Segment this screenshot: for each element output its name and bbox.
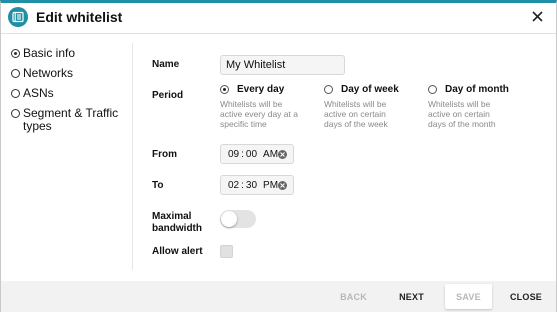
period-option-description: Whitelists will be active on certain day… — [428, 99, 496, 129]
period-option-every-day[interactable]: Every day Whitelists will be active ever… — [220, 84, 320, 129]
nav-item-label: Segment & Traffic types — [23, 106, 119, 133]
dialog-header: Edit whitelist — [1, 3, 556, 33]
period-option-label: Day of week — [341, 84, 399, 95]
name-input[interactable]: My Whitelist — [220, 55, 345, 75]
nav-radio — [11, 69, 20, 78]
from-hour[interactable]: 09 — [228, 149, 239, 160]
nav-item-networks[interactable]: Networks — [11, 67, 126, 80]
bandwidth-label: Maximal bandwidth — [152, 211, 202, 234]
period-radio[interactable] — [324, 85, 333, 94]
to-ampm[interactable]: PM — [263, 180, 278, 191]
nav-item-label: Networks — [23, 66, 74, 80]
nav-item-asns[interactable]: ASNs — [11, 87, 126, 100]
list-icon — [8, 7, 28, 27]
nav-divider — [132, 43, 133, 270]
nav-item-basic-info[interactable]: Basic info — [11, 47, 126, 60]
nav-radio — [11, 89, 20, 98]
clear-icon[interactable] — [278, 150, 287, 159]
from-label: From — [152, 149, 177, 160]
name-input-value: My Whitelist — [226, 59, 286, 71]
from-ampm[interactable]: AM — [263, 149, 278, 160]
bandwidth-toggle[interactable] — [220, 210, 256, 228]
close-button[interactable]: CLOSE — [506, 281, 546, 312]
next-button[interactable]: NEXT — [394, 281, 429, 312]
period-option-day-of-week[interactable]: Day of week Whitelists will be active on… — [324, 84, 424, 129]
period-option-label: Day of month — [445, 84, 509, 95]
to-time-input[interactable]: 02 : 30 PM — [220, 175, 294, 195]
nav-radio-selected — [11, 49, 20, 58]
to-hour[interactable]: 02 — [228, 180, 239, 191]
edit-whitelist-dialog: Edit whitelist Basic info Networks ASNs … — [0, 0, 557, 312]
clear-icon[interactable] — [278, 181, 287, 190]
dialog-footer: BACK NEXT SAVE CLOSE — [1, 281, 556, 312]
time-separator: : — [241, 179, 244, 191]
header-divider — [1, 33, 556, 34]
toggle-knob — [221, 211, 237, 227]
allow-alert-label: Allow alert — [152, 246, 203, 257]
period-option-day-of-month[interactable]: Day of month Whitelists will be active o… — [428, 84, 528, 129]
save-button[interactable]: SAVE — [445, 284, 492, 309]
back-button[interactable]: BACK — [336, 281, 371, 312]
nav-radio — [11, 109, 20, 118]
period-radio-selected[interactable] — [220, 85, 229, 94]
period-option-description: Whitelists will be active every day at a… — [220, 99, 298, 129]
allow-alert-checkbox[interactable] — [220, 245, 233, 258]
period-option-description: Whitelists will be active on certain day… — [324, 99, 388, 129]
period-radio[interactable] — [428, 85, 437, 94]
period-label: Period — [152, 90, 184, 101]
to-label: To — [152, 180, 164, 191]
from-time-input[interactable]: 09 : 00 AM — [220, 144, 294, 164]
nav-item-label: Basic info — [23, 46, 76, 60]
dialog-title: Edit whitelist — [36, 9, 123, 25]
close-icon[interactable] — [527, 6, 547, 26]
time-separator: : — [241, 148, 244, 160]
section-nav: Basic info Networks ASNs Segment & Traff… — [11, 47, 126, 140]
nav-item-label: ASNs — [23, 86, 54, 100]
period-option-label: Every day — [237, 84, 285, 95]
from-minute[interactable]: 00 — [246, 149, 257, 160]
name-label: Name — [152, 59, 180, 70]
to-minute[interactable]: 30 — [246, 180, 257, 191]
nav-item-segment-traffic-types[interactable]: Segment & Traffic types — [11, 107, 126, 133]
